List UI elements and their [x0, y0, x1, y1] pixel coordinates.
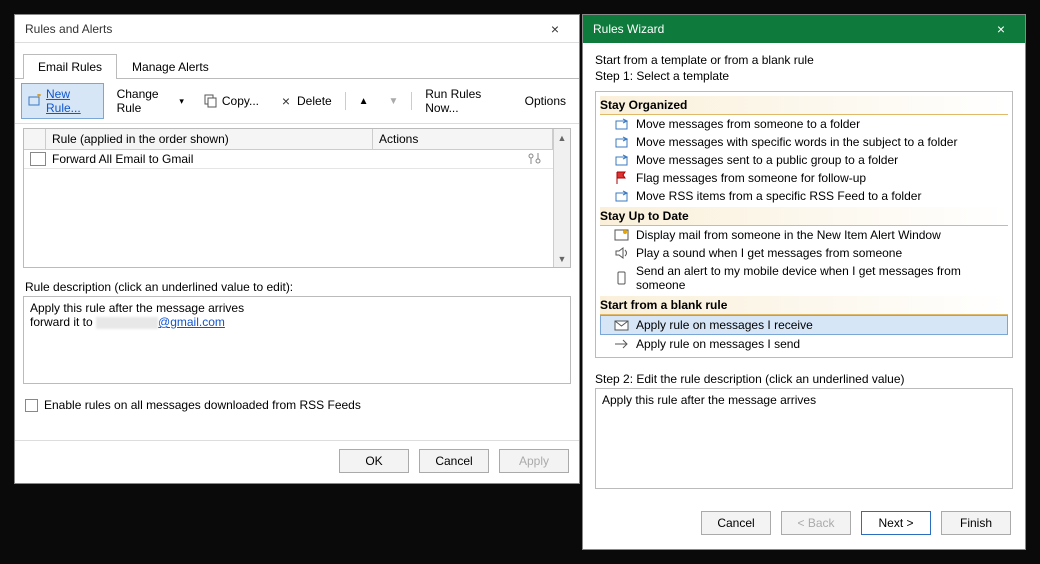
copy-label: Copy...: [222, 94, 259, 108]
template-move-public-group[interactable]: Move messages sent to a public group to …: [600, 151, 1008, 169]
rule-description-label: Rule description (click an underlined va…: [15, 276, 579, 296]
wizard-title: Rules Wizard: [593, 22, 983, 36]
rule-actions-icon: [367, 152, 547, 166]
rule-description-box[interactable]: Apply this rule after the message arrive…: [23, 296, 571, 384]
section-stay-up-to-date: Stay Up to Date: [600, 207, 1008, 226]
options-button[interactable]: Options: [518, 90, 573, 112]
scrollbar[interactable]: ▲ ▼: [553, 129, 570, 267]
template-move-subject-words[interactable]: Move messages with specific words in the…: [600, 133, 1008, 151]
close-icon[interactable]: ×: [983, 16, 1019, 42]
delete-label: Delete: [297, 94, 332, 108]
wizard-next-button[interactable]: Next >: [861, 511, 931, 535]
forward-target-link[interactable]: @gmail.com: [96, 315, 225, 329]
wizard-heading: Start from a template or from a blank ru…: [595, 53, 1013, 67]
table-row[interactable]: Forward All Email to Gmail: [24, 150, 553, 169]
wizard-back-button[interactable]: < Back: [781, 511, 851, 535]
move-folder-icon: [614, 153, 630, 167]
cancel-button[interactable]: Cancel: [419, 449, 489, 473]
sound-icon: [614, 246, 630, 260]
wizard-step1-label: Step 1: Select a template: [595, 69, 1013, 83]
flag-icon: [614, 171, 630, 185]
template-apply-send[interactable]: Apply rule on messages I send: [600, 335, 1008, 353]
scroll-down-icon[interactable]: ▼: [554, 250, 570, 267]
dropdown-icon: ▾: [179, 96, 184, 107]
template-mobile-alert[interactable]: Send an alert to my mobile device when I…: [600, 262, 1008, 294]
move-folder-icon: [614, 117, 630, 131]
wizard-step2-label: Step 2: Edit the rule description (click…: [595, 372, 1013, 386]
rule-enabled-checkbox[interactable]: [30, 152, 46, 166]
move-down-button[interactable]: ▼: [381, 92, 405, 111]
wizard-cancel-button[interactable]: Cancel: [701, 511, 771, 535]
rules-header-rule: Rule (applied in the order shown): [46, 129, 373, 149]
close-icon[interactable]: ×: [537, 16, 573, 42]
move-folder-icon: [614, 189, 630, 203]
new-rule-label: New Rule...: [46, 87, 97, 115]
section-blank-rule: Start from a blank rule: [600, 296, 1008, 315]
wizard-description-text: Apply this rule after the message arrive…: [602, 393, 816, 407]
apply-button[interactable]: Apply: [499, 449, 569, 473]
tab-manage-alerts[interactable]: Manage Alerts: [117, 54, 224, 79]
copy-icon: [204, 94, 218, 108]
rules-window-title: Rules and Alerts: [25, 22, 537, 36]
send-arrow-icon: [614, 337, 630, 351]
tab-email-rules[interactable]: Email Rules: [23, 54, 117, 79]
template-display-alert[interactable]: Display mail from someone in the New Ite…: [600, 226, 1008, 244]
new-rule-button[interactable]: New Rule...: [21, 83, 104, 119]
template-play-sound[interactable]: Play a sound when I get messages from so…: [600, 244, 1008, 262]
template-apply-receive[interactable]: Apply rule on messages I receive: [600, 315, 1008, 335]
template-move-rss[interactable]: Move RSS items from a specific RSS Feed …: [600, 187, 1008, 205]
run-rules-now-button[interactable]: Run Rules Now...: [418, 83, 511, 119]
delete-button[interactable]: × Delete: [272, 90, 339, 112]
alert-window-icon: [614, 228, 630, 242]
rule-name: Forward All Email to Gmail: [52, 152, 367, 166]
wizard-description-box[interactable]: Apply this rule after the message arrive…: [595, 388, 1013, 489]
template-flag-followup[interactable]: Flag messages from someone for follow-up: [600, 169, 1008, 187]
template-list: Stay Organized Move messages from someon…: [595, 91, 1013, 358]
delete-icon: ×: [279, 94, 293, 108]
rss-label: Enable rules on all messages downloaded …: [44, 398, 361, 412]
change-rule-button[interactable]: Change Rule ▾: [110, 83, 191, 119]
template-move-from-someone[interactable]: Move messages from someone to a folder: [600, 115, 1008, 133]
forward-email-suffix: @gmail.com: [158, 315, 225, 329]
change-rule-label: Change Rule: [117, 87, 176, 115]
scroll-up-icon[interactable]: ▲: [554, 129, 570, 146]
new-rule-icon: [28, 94, 42, 108]
move-up-button[interactable]: ▲: [352, 92, 376, 111]
rss-checkbox[interactable]: [25, 399, 38, 412]
ok-button[interactable]: OK: [339, 449, 409, 473]
copy-button[interactable]: Copy...: [197, 90, 266, 112]
desc-line-1: Apply this rule after the message arrive…: [30, 301, 564, 315]
section-stay-organized: Stay Organized: [600, 96, 1008, 115]
mobile-icon: [614, 271, 630, 285]
rules-header-actions: Actions: [373, 129, 553, 149]
envelope-icon: [614, 318, 630, 332]
wizard-finish-button[interactable]: Finish: [941, 511, 1011, 535]
desc-forward-prefix: forward it to: [30, 315, 96, 329]
move-folder-icon: [614, 135, 630, 149]
